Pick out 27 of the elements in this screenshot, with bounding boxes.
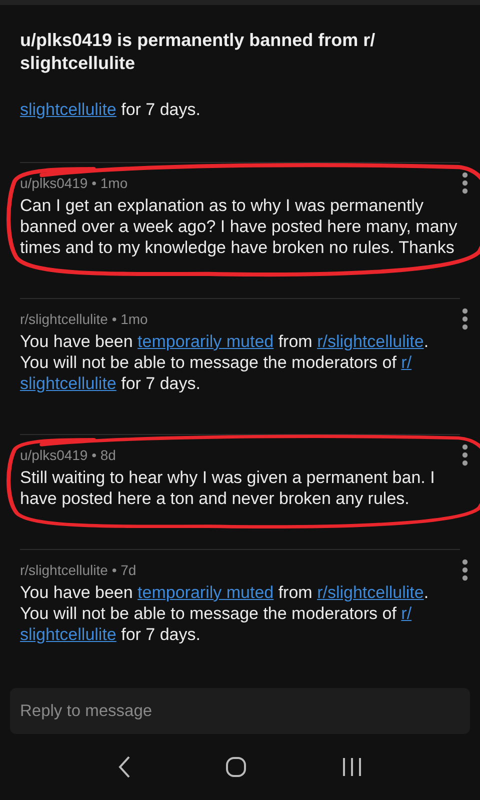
text-link[interactable]: r/ <box>401 604 412 623</box>
more-options-icon[interactable] <box>462 559 468 581</box>
more-options-icon[interactable] <box>462 444 468 466</box>
message-text: You have been temporarily muted from r/slightcellulite. You will not be able to message the moderators of r/ slightcellulite for 7 days. <box>20 582 430 645</box>
reply-field[interactable]: Reply to message <box>10 688 470 734</box>
message-meta: r/slightcellulite • 7d <box>20 562 136 578</box>
message-text: Can I get an explanation as to why I was permanently banned over a week ago? I have posted here many, many times and to my knowledge have broken no rules. Thanks <box>20 195 458 258</box>
message-meta: u/plks0419 • 8d <box>20 447 116 463</box>
text-link[interactable]: r/slightcellulite <box>317 583 424 602</box>
message-text: You have been temporarily muted from r/slightcellulite. You will not be able to message the moderators of r/ slightcellulite for 7 days. <box>20 331 430 394</box>
more-options-icon[interactable] <box>462 172 468 194</box>
more-options-icon[interactable] <box>462 308 468 330</box>
conversation-title: u/plks0419 is permanently banned from r/ slightcellulite <box>20 29 376 75</box>
home-icon[interactable] <box>225 756 247 778</box>
message-text: slightcellulite for 7 days. <box>20 99 202 120</box>
text-link[interactable]: r/ <box>401 353 412 372</box>
text-link[interactable]: temporarily muted <box>138 332 274 351</box>
text-link[interactable]: r/slightcellulite <box>317 332 424 351</box>
back-icon[interactable] <box>117 755 131 779</box>
text-link[interactable]: slightcellulite <box>20 100 116 119</box>
message-meta: r/slightcellulite • 1mo <box>20 311 148 327</box>
text-link[interactable]: temporarily muted <box>138 583 274 602</box>
message-text: Still waiting to hear why I was given a permanent ban. I have posted here a ton and never broken any rules. <box>20 467 436 509</box>
recent-apps-icon[interactable] <box>341 757 363 777</box>
text-link[interactable]: slightcellulite <box>20 374 116 393</box>
text-link[interactable]: slightcellulite <box>20 625 116 644</box>
message-meta: u/plks0419 • 1mo <box>20 175 128 191</box>
